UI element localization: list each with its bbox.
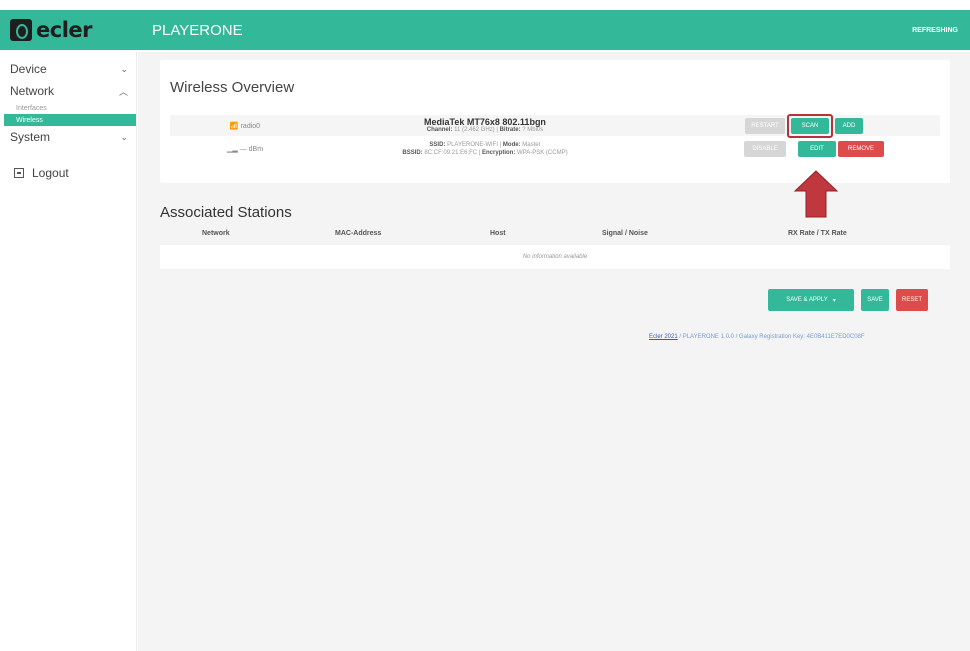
- column-network: Network: [202, 230, 230, 237]
- bitrate-label: Bitrate:: [499, 126, 521, 133]
- dropdown-caret-icon: ▾: [832, 297, 836, 304]
- chevron-down-icon: ⌄: [120, 63, 128, 74]
- sidebar-item-device[interactable]: Device ⌄: [4, 58, 136, 80]
- column-mac-address: MAC-Address: [335, 230, 382, 237]
- ssid-label: SSID:: [429, 141, 446, 148]
- bssid-value: 8C:CF:09:21:E6:FC: [424, 149, 478, 156]
- encryption-value: WPA-PSK (CCMP): [517, 149, 568, 156]
- sidebar-item-label: Device: [10, 62, 47, 76]
- column-rx-tx-rate: RX Rate / TX Rate: [788, 230, 847, 237]
- bitrate-value: ? Mbit/s: [522, 126, 544, 133]
- footer: Ecler 2021 / PLAYERONE 1.0.0 / Galaxy Re…: [649, 334, 865, 340]
- mode-label: Mode:: [502, 141, 521, 148]
- ecler-logo-icon: [10, 19, 32, 41]
- radio-device-name: 📶 radio0: [170, 122, 320, 130]
- chevron-up-icon: ︿: [118, 86, 128, 97]
- column-host: Host: [490, 230, 506, 237]
- radio-model: MediaTek MT76x8 802.11bgn: [424, 116, 546, 127]
- network-signal: ▁▂ — dBm: [170, 145, 320, 153]
- brand-name: ecler: [36, 18, 93, 42]
- sidebar-item-system[interactable]: System ⌄: [4, 126, 136, 148]
- channel-value: 11 (2.462 GHz): [454, 126, 495, 133]
- encryption-label: Encryption:: [482, 149, 516, 156]
- top-bar: ecler PLAYERONE REFRESHING: [0, 10, 970, 50]
- sidebar: Device ⌄ Network ︿ Interfaces Wireless S…: [4, 52, 137, 651]
- save-apply-button[interactable]: SAVE & APPLY ▾: [768, 289, 854, 311]
- ssid-value: PLAYERONE-WIFI: [447, 141, 498, 148]
- restart-button[interactable]: RESTART: [745, 117, 785, 134]
- network-actions: DISABLE EDIT REMOVE: [744, 140, 886, 157]
- signal-value: — dBm: [239, 145, 264, 153]
- logout-icon: [14, 168, 24, 178]
- signal-icon: ▁▂: [226, 145, 238, 153]
- disable-button[interactable]: DISABLE: [744, 140, 786, 157]
- mode-value: Master: [522, 141, 541, 148]
- chevron-down-icon: ⌄: [120, 131, 128, 142]
- refresh-status[interactable]: REFRESHING: [912, 27, 958, 34]
- sidebar-item-label: System: [10, 130, 51, 144]
- reset-button[interactable]: RESET: [896, 289, 928, 311]
- column-signal-noise: Signal / Noise: [602, 230, 648, 237]
- radio-device-actions: RESTART SCAN ADD: [745, 113, 865, 138]
- ecler-link[interactable]: Ecler 2021: [649, 334, 678, 340]
- scan-highlight: SCAN: [787, 113, 833, 138]
- ecler-logo[interactable]: ecler: [10, 18, 140, 42]
- radio-device-info: MediaTek MT76x8 802.11bgn Channel: 11 (2…: [320, 116, 650, 134]
- radio-details: Channel: 11 (2.462 GHz) | Bitrate: ? Mbi…: [426, 126, 544, 133]
- network-ssid-mode: SSID: PLAYERONE-WIFI | Mode: Master: [429, 141, 541, 148]
- add-button[interactable]: ADD: [835, 117, 863, 134]
- footer-text: / PLAYERONE 1.0.0 / Galaxy Registration …: [677, 334, 865, 340]
- wifi-icon: 📶: [229, 122, 239, 130]
- associated-stations-title: Associated Stations: [160, 204, 292, 221]
- wireless-network-row: ▁▂ — dBm SSID: PLAYERONE-WIFI | Mode: Ma…: [170, 138, 940, 159]
- form-actions: SAVE & APPLY ▾ SAVE RESET: [768, 289, 935, 311]
- edit-button[interactable]: EDIT: [798, 140, 836, 157]
- channel-label: Channel:: [426, 126, 453, 133]
- sidebar-subitem-wireless[interactable]: Wireless: [4, 114, 136, 126]
- wireless-overview-card: Wireless Overview 📶 radio0 MediaTek MT76…: [160, 60, 950, 183]
- app-title: PLAYERONE: [152, 21, 243, 39]
- remove-button[interactable]: REMOVE: [838, 140, 884, 157]
- bssid-label: BSSID:: [402, 149, 423, 156]
- save-apply-label: SAVE & APPLY: [786, 297, 828, 303]
- stations-empty-row: No information available: [160, 245, 950, 269]
- sidebar-item-network[interactable]: Network ︿: [4, 80, 136, 102]
- stations-table-header: Network MAC-Address Host Signal / Noise …: [160, 227, 950, 241]
- main-content: Wireless Overview 📶 radio0 MediaTek MT76…: [138, 52, 970, 651]
- network-bssid-enc: BSSID: 8C:CF:09:21:E6:FC | Encryption: W…: [402, 149, 568, 156]
- network-info: SSID: PLAYERONE-WIFI | Mode: Master BSSI…: [320, 141, 650, 157]
- radio-name-label: radio0: [240, 122, 261, 130]
- save-button[interactable]: SAVE: [861, 289, 889, 311]
- wireless-overview-title: Wireless Overview: [170, 79, 295, 96]
- radio-device-row: 📶 radio0 MediaTek MT76x8 802.11bgn Chann…: [170, 113, 940, 138]
- logout-link[interactable]: Logout: [4, 166, 136, 180]
- scan-button[interactable]: SCAN: [791, 117, 829, 134]
- highlight-arrow-icon: [793, 170, 839, 218]
- sidebar-subitem-interfaces[interactable]: Interfaces: [4, 102, 136, 114]
- sidebar-item-label: Network: [10, 84, 55, 98]
- logout-label: Logout: [32, 166, 69, 180]
